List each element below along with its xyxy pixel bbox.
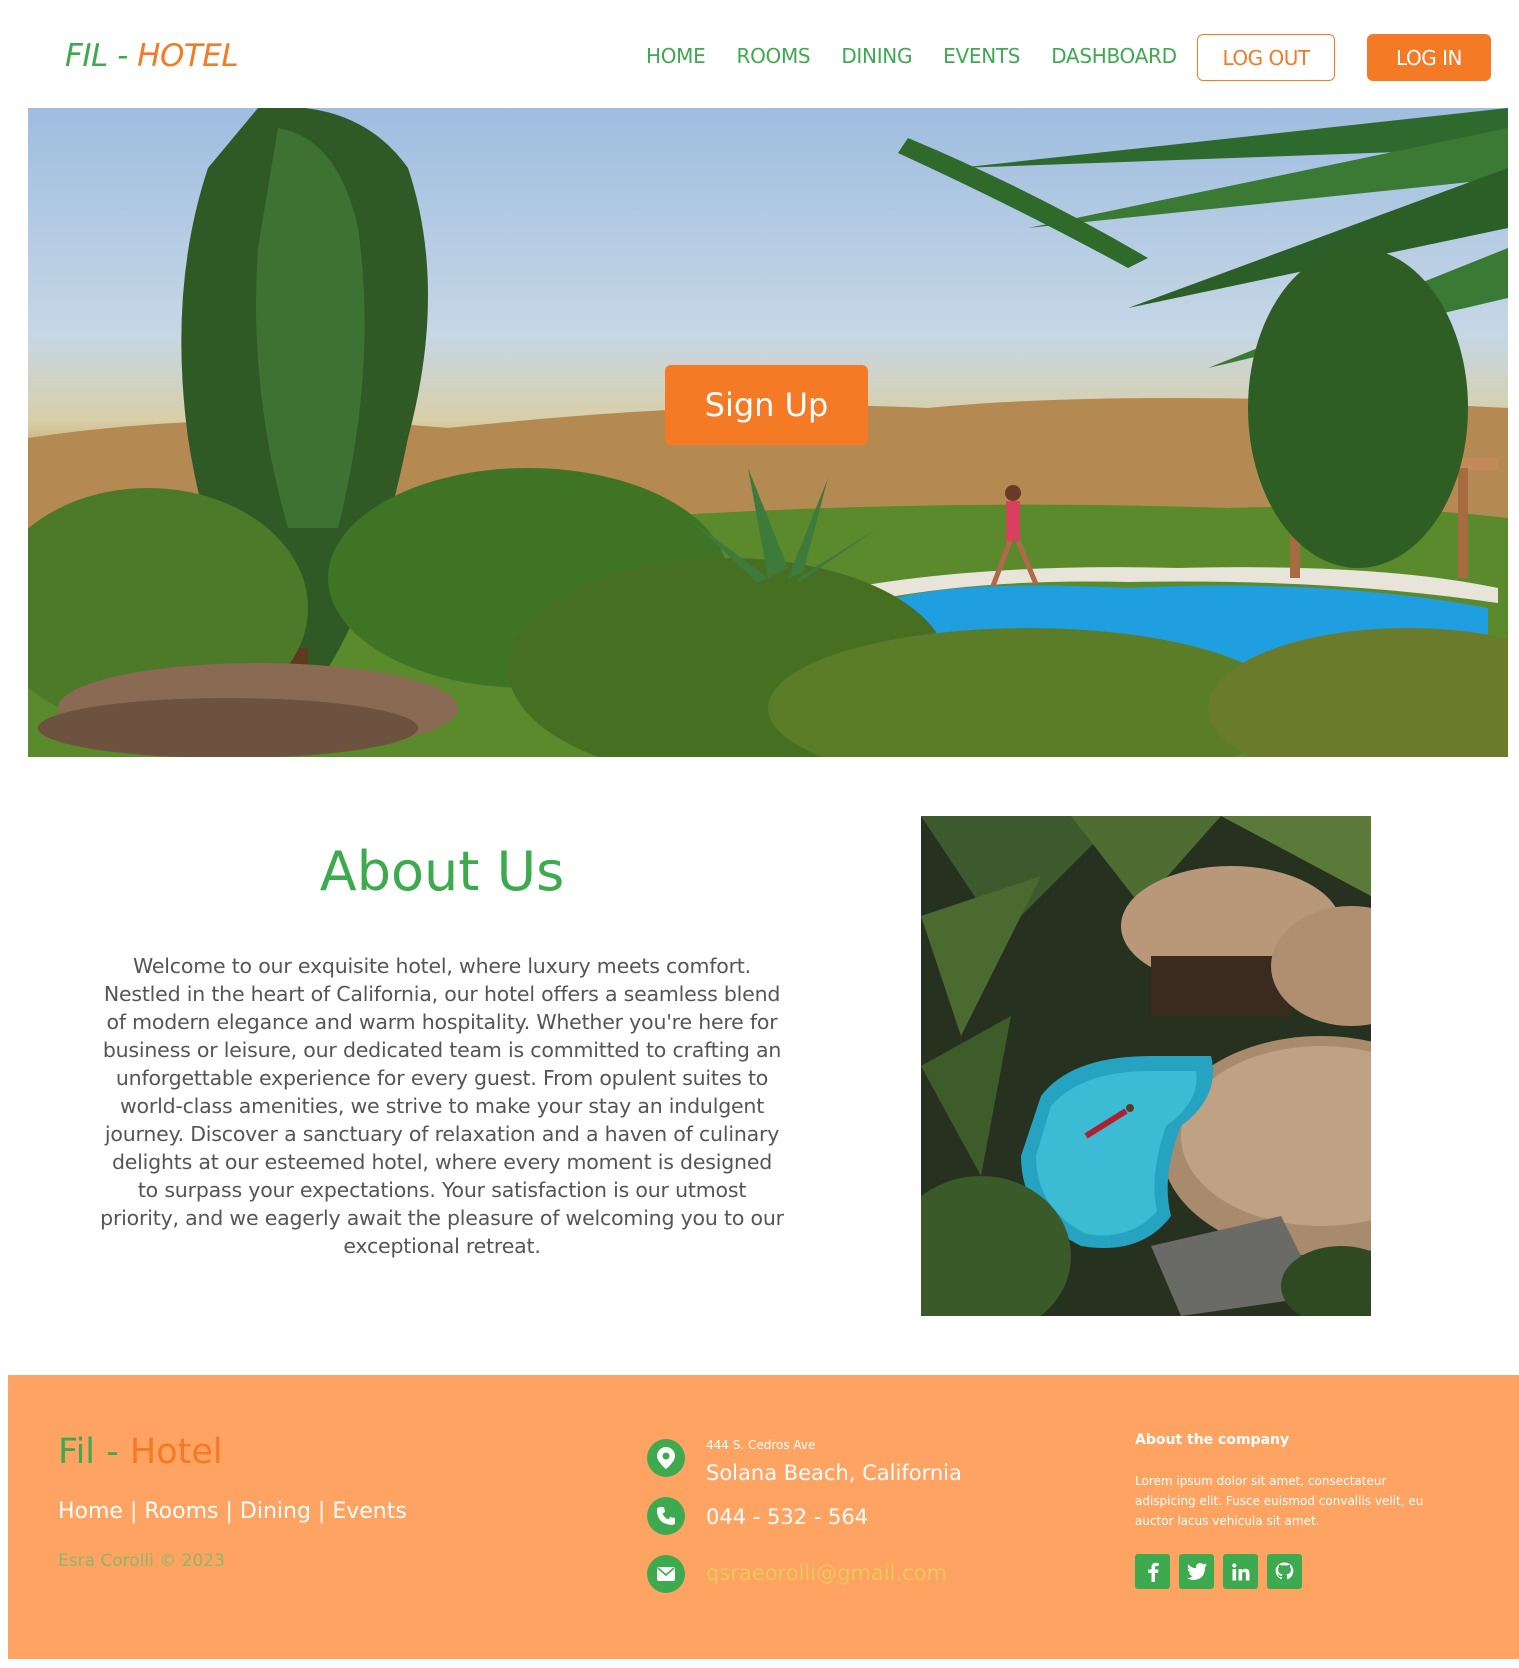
footer-address-line2: Solana Beach, California — [706, 1461, 962, 1485]
login-button[interactable]: LOG IN — [1367, 34, 1491, 81]
footer-about-title: About the company — [1135, 1432, 1290, 1448]
footer-email[interactable]: qsraeorolli@gmail.com — [706, 1561, 947, 1585]
hero-banner: Sign Up — [28, 108, 1508, 757]
footer-links: Home | Rooms | Dining | Events — [58, 1499, 407, 1524]
nav-links: HOME ROOMS DINING EVENTS DASHBOARD — [646, 44, 1208, 68]
footer-link-home[interactable]: Home — [58, 1499, 123, 1524]
github-icon[interactable] — [1267, 1554, 1302, 1589]
nav-link-home[interactable]: HOME — [646, 44, 706, 68]
footer-about-text: Lorem ipsum dolor sit amet, consectateur… — [1135, 1474, 1424, 1528]
brand-part2: HOTEL — [137, 38, 239, 74]
navbar: FIL - HOTEL HOME ROOMS DINING EVENTS DAS… — [0, 0, 1519, 108]
footer-brand-part1: Fil - — [58, 1432, 130, 1472]
envelope-icon — [647, 1555, 685, 1593]
footer-address-line1: 444 S. Cedros Ave — [706, 1438, 816, 1452]
footer-copyright: Esra Corolli © 2023 — [58, 1551, 225, 1571]
social-links — [1135, 1554, 1302, 1589]
logout-button[interactable]: LOG OUT — [1197, 34, 1335, 81]
footer-link-events[interactable]: Events — [332, 1499, 407, 1524]
nav-link-events[interactable]: EVENTS — [943, 44, 1020, 68]
footer-link-dining[interactable]: Dining — [240, 1499, 311, 1524]
nav-link-dining[interactable]: DINING — [841, 44, 912, 68]
nav-link-rooms[interactable]: ROOMS — [736, 44, 810, 68]
footer: Fil - Hotel Home | Rooms | Dining | Even… — [8, 1375, 1519, 1659]
about-image — [921, 816, 1371, 1316]
brand-logo[interactable]: FIL - HOTEL — [65, 38, 239, 74]
footer-phone: 044 - 532 - 564 — [706, 1505, 869, 1529]
facebook-icon[interactable] — [1135, 1554, 1170, 1589]
twitter-icon[interactable] — [1179, 1554, 1214, 1589]
signup-button[interactable]: Sign Up — [665, 365, 868, 445]
resort-pool-image — [921, 816, 1371, 1316]
phone-icon — [647, 1497, 685, 1535]
brand-part1: FIL - — [65, 38, 138, 74]
footer-brand-part2: Hotel — [129, 1432, 223, 1472]
about-text: Welcome to our exquisite hotel, where lu… — [100, 954, 784, 1258]
map-marker-icon — [647, 1439, 685, 1477]
linkedin-icon[interactable] — [1223, 1554, 1258, 1589]
nav-link-dashboard[interactable]: DASHBOARD — [1051, 44, 1177, 68]
footer-link-rooms[interactable]: Rooms — [144, 1499, 218, 1524]
about-title: About Us — [319, 840, 565, 903]
footer-brand[interactable]: Fil - Hotel — [58, 1432, 223, 1472]
